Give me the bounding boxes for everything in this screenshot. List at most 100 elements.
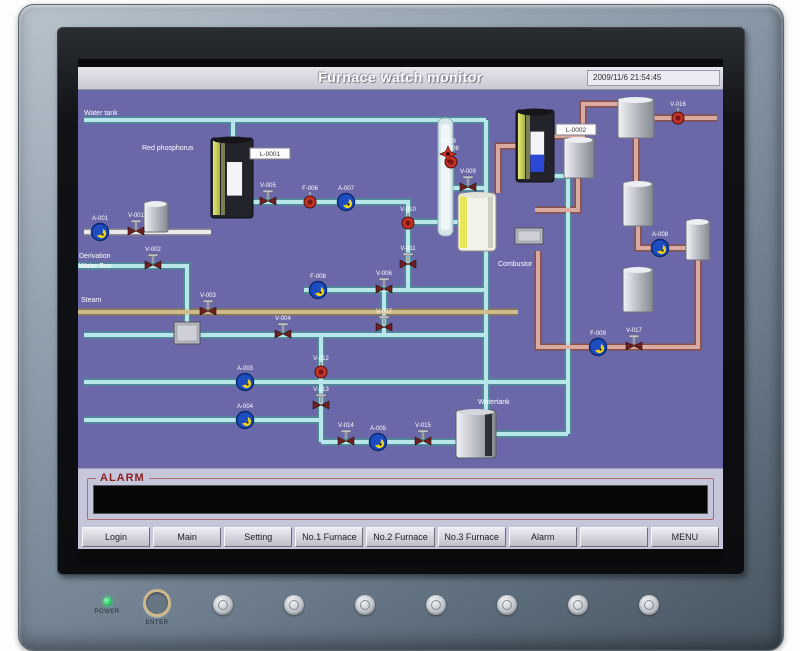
device-tag: V-019 [440, 139, 456, 145]
screen-frame: Furnace watch monitor 2009/11/6 21:54:45 [57, 27, 745, 575]
device-tag: F-009 [590, 331, 606, 337]
device-tag: V-003 [200, 293, 216, 299]
alarm-groupbox: ALARM [87, 478, 714, 520]
title-bar: Furnace watch monitor 2009/11/6 21:54:45 [78, 67, 723, 90]
device-tag: A-005 [370, 426, 387, 432]
osd-button-1[interactable] [213, 595, 233, 615]
watertank-vessel [456, 409, 496, 458]
device-tag: V-016 [670, 102, 686, 108]
device-tag: A-001 [92, 216, 109, 222]
tag-box-text: L-0002 [566, 127, 587, 134]
device-tag: V-004 [275, 316, 291, 322]
cyl-vessel [144, 201, 168, 232]
monitor-bezel: Furnace watch monitor 2009/11/6 21:54:45 [18, 4, 784, 651]
nav-button-no-2-furnace[interactable]: No.2 Furnace [366, 527, 434, 547]
column-vessel [438, 118, 453, 236]
device-tag: V-005 [260, 183, 276, 189]
device-tag: V-006 [376, 271, 392, 277]
ring-button[interactable] [143, 589, 171, 617]
alarm-label: ALARM [96, 472, 149, 484]
tag-box-l-0002: L-0002 [556, 124, 596, 135]
power-led-label: POWER [87, 609, 127, 615]
device-tag: F-008 [310, 274, 326, 280]
box-vessel [515, 228, 543, 244]
screen: Furnace watch monitor 2009/11/6 21:54:45 [78, 59, 723, 565]
device-tag: V-001 [128, 213, 144, 219]
pump-A-007: A-007 [338, 186, 355, 211]
device-tag: F-006 [302, 186, 318, 192]
osd-button-4[interactable] [426, 595, 446, 615]
cyl-vessel [686, 219, 710, 260]
pump-A-004: A-004 [237, 404, 254, 429]
cyl-vessel [618, 97, 654, 138]
alarm-list [93, 485, 708, 514]
valve-V-012: V-012 [313, 356, 329, 378]
device-tag: V-010 [400, 207, 416, 213]
label-watertank: Watertank [478, 399, 510, 406]
power-led-group: POWER [87, 597, 127, 615]
device-tag: A-004 [237, 404, 254, 410]
ring-button-label: ENTER [137, 620, 177, 626]
device-tag: V-013 [313, 387, 329, 393]
device-tag: V-012 [313, 356, 329, 362]
nav-button-alarm[interactable]: Alarm [509, 527, 577, 547]
nav-button-no-3-furnace[interactable]: No.3 Furnace [438, 527, 506, 547]
pipe-outline [498, 146, 516, 193]
osd-button-7[interactable] [639, 595, 659, 615]
cyl-vessel [623, 267, 653, 312]
device-tag: V-011 [400, 246, 416, 252]
pipe [538, 251, 698, 347]
screen-top-strip [78, 59, 723, 67]
power-led [103, 597, 112, 606]
scada-diagram: A-001 V-001 V-002 V-003 V-004 V-005 F-006 A-007… [78, 90, 723, 468]
nav-button-blank[interactable] [580, 527, 648, 547]
box-vessel [174, 322, 200, 344]
tag-box-l-0001: L-0001 [250, 148, 290, 159]
cyl-vessel [623, 181, 653, 226]
pipe [535, 178, 578, 210]
osd-button-5[interactable] [497, 595, 517, 615]
datetime-display: 2009/11/6 21:54:45 [587, 70, 720, 86]
osd-button-3[interactable] [355, 595, 375, 615]
pump-F-008: F-008 [310, 274, 327, 299]
label-water-box: Water Box [79, 263, 112, 270]
pipe-outline [535, 178, 578, 210]
nav-button-menu[interactable]: MENU [651, 527, 719, 547]
pump-F-009: F-009 [590, 331, 607, 356]
nav-button-bar: LoginMainSettingNo.1 FurnaceNo.2 Furnace… [78, 525, 723, 549]
nav-button-setting[interactable]: Setting [224, 527, 292, 547]
nav-button-login[interactable]: Login [82, 527, 150, 547]
ring-button-group: ENTER [137, 589, 177, 626]
label-combustor: Combustor [498, 261, 533, 268]
device-tag: V-017 [626, 328, 642, 334]
pipe-outline [554, 176, 568, 434]
label-red-phosphorus: Red phosphorus [142, 145, 194, 152]
label-steam: Steam [81, 297, 101, 304]
device-tag: V-015 [415, 423, 431, 429]
reactor-vessel [211, 137, 253, 219]
osd-button-6[interactable] [568, 595, 588, 615]
label-derivation: Derivation [79, 253, 111, 260]
device-tag: V-002 [145, 247, 161, 253]
device-tag: V-014 [338, 423, 354, 429]
nav-button-main[interactable]: Main [153, 527, 221, 547]
valve-V-010: V-010 [400, 207, 416, 229]
device-tag: A-007 [338, 186, 355, 192]
pipe-outline [538, 251, 698, 347]
nav-button-no-1-furnace[interactable]: No.1 Furnace [295, 527, 363, 547]
screen-bottom-strip [78, 549, 723, 565]
pump-A-003: A-003 [237, 366, 254, 391]
device-tag: A-008 [652, 232, 669, 238]
alarm-panel: ALARM [78, 468, 723, 525]
device-tag: A-003 [237, 366, 254, 372]
device-tag: V-007 [376, 309, 392, 315]
cyl-vessel [564, 137, 594, 178]
device-tag: V-009 [460, 169, 476, 175]
label-water-tank: Water tank [84, 110, 118, 117]
osd-button-2[interactable] [284, 595, 304, 615]
reactor-vessel [516, 109, 554, 183]
scada-area: A-001 V-001 V-002 V-003 V-004 V-005 F-006 A-007… [78, 90, 723, 468]
combustor-vessel [458, 192, 496, 251]
osd-button-row [213, 595, 659, 615]
pump-A-005: A-005 [370, 426, 387, 451]
